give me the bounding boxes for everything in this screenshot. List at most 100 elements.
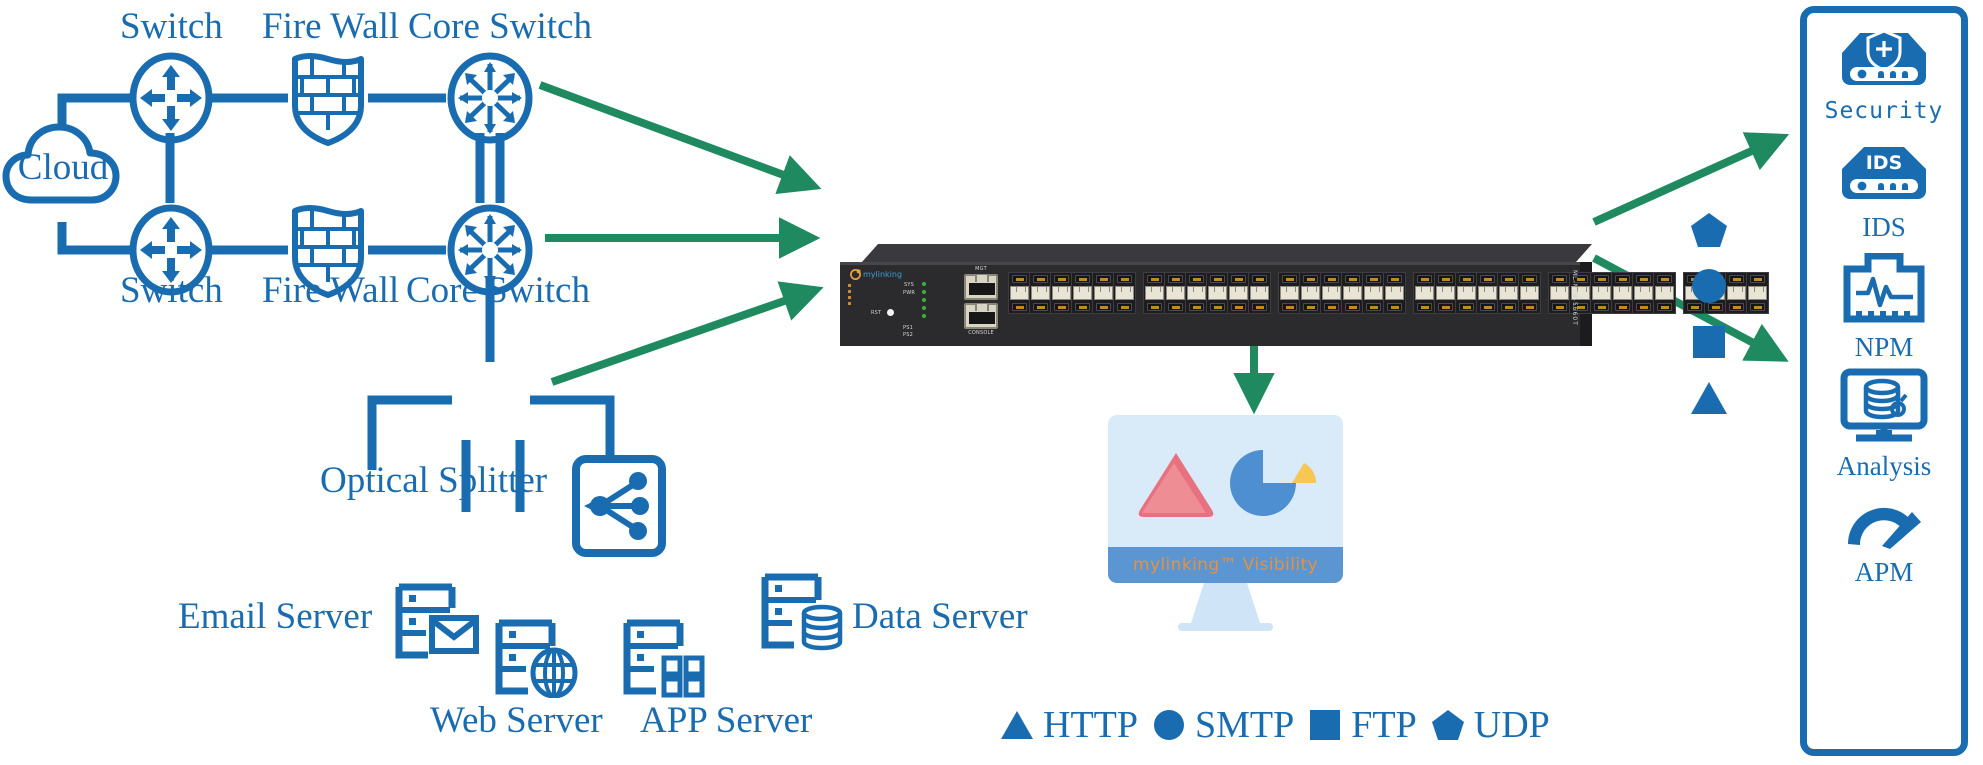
reset-button[interactable] xyxy=(887,309,894,316)
port-cell[interactable] xyxy=(1612,273,1633,313)
firewall-top-label: Fire Wall xyxy=(262,6,400,47)
app-server-label: APP Server xyxy=(640,700,813,741)
port-cell[interactable] xyxy=(1591,273,1612,313)
legend-item-ftp: FTP xyxy=(1308,704,1417,746)
visibility-monitor[interactable]: mylinking™ Visibility xyxy=(1108,415,1343,636)
app-server-node[interactable] xyxy=(622,618,708,703)
legend-label-http: HTTP xyxy=(1043,704,1138,746)
envelope-icon xyxy=(429,615,479,654)
globe-icon xyxy=(530,647,578,699)
port-cell[interactable] xyxy=(1186,273,1207,313)
port-cell[interactable] xyxy=(1384,273,1405,313)
port-group[interactable] xyxy=(1278,272,1406,314)
port-cell[interactable] xyxy=(1747,273,1768,313)
tool-item-apm[interactable]: APM xyxy=(1807,488,1961,588)
pwr-led-label: PWR xyxy=(903,290,916,296)
diagram-canvas: Cloud Switch Switch Fire Wall Fire Wall … xyxy=(0,0,1983,765)
tool-item-analysis[interactable]: Analysis xyxy=(1807,368,1961,482)
port-cell[interactable] xyxy=(1144,273,1165,313)
port-cell[interactable] xyxy=(1654,273,1675,313)
rst-button-label: RST xyxy=(871,310,882,316)
port-cell[interactable] xyxy=(1456,273,1477,313)
ps2-label: PS2 xyxy=(903,332,913,338)
circle-icon xyxy=(1154,710,1184,740)
email-server-node[interactable] xyxy=(394,582,480,665)
web-server-node[interactable] xyxy=(494,618,580,703)
port-cell[interactable] xyxy=(1477,273,1498,313)
port-cell[interactable] xyxy=(1009,273,1030,313)
network-packet-broker-appliance[interactable]: mylinking SYS PWR RST PS1 PS2 MGT CONSOL… xyxy=(840,236,1769,346)
port-cell[interactable] xyxy=(1114,273,1135,313)
pentagon-udp-marker-icon xyxy=(1691,213,1727,247)
switch-top-node[interactable] xyxy=(128,52,214,149)
monitor-caption-bar: mylinking™ Visibility xyxy=(1108,547,1343,583)
tool-item-ids[interactable]: IDS IDS xyxy=(1807,145,1961,243)
port-cell[interactable] xyxy=(1279,273,1300,313)
circle-smtp-marker-icon xyxy=(1692,269,1726,303)
brand-logo: mylinking xyxy=(850,269,902,280)
port-cell[interactable] xyxy=(1435,273,1456,313)
appliance-shield-icon xyxy=(1842,29,1926,85)
core-switch-icon xyxy=(447,52,533,144)
server-web-icon xyxy=(495,619,578,699)
status-leds xyxy=(922,282,926,318)
port-cell[interactable] xyxy=(1363,273,1384,313)
core-switch-top-node[interactable] xyxy=(446,52,534,149)
tool-item-security[interactable]: Security xyxy=(1807,27,1961,124)
pie-blue-shape xyxy=(1230,450,1296,516)
gauge-icon xyxy=(1847,507,1921,549)
port-cell[interactable] xyxy=(1165,273,1186,313)
console-port[interactable] xyxy=(964,303,998,329)
port-group[interactable] xyxy=(1143,272,1271,314)
port-cell[interactable] xyxy=(1342,273,1363,313)
mylinking-mark-icon xyxy=(850,269,861,280)
legend-item-http: HTTP xyxy=(1000,706,1138,744)
port-cell[interactable] xyxy=(1321,273,1342,313)
core-switch-top-label: Core Switch xyxy=(408,6,592,47)
appliance-ids-icon: IDS xyxy=(1842,147,1926,199)
firewall-top-node[interactable] xyxy=(288,50,368,151)
brand-text: mylinking xyxy=(863,270,903,279)
switch-top-label: Switch xyxy=(120,6,223,47)
port-cell[interactable] xyxy=(1072,273,1093,313)
cloud-node[interactable]: Cloud xyxy=(2,118,124,215)
mgt-console-block[interactable]: MGT CONSOLE xyxy=(960,267,1002,336)
tool-item-npm[interactable]: NPM xyxy=(1807,252,1961,363)
optical-splitter-node[interactable] xyxy=(572,455,666,562)
monitor-screen xyxy=(1108,415,1343,547)
port-cell[interactable] xyxy=(1093,273,1114,313)
port-cell[interactable] xyxy=(1300,273,1321,313)
appliance-model-text: ML-NPB-5660T xyxy=(1571,270,1578,326)
port-group[interactable] xyxy=(1413,272,1541,314)
port-bank-area[interactable] xyxy=(1008,272,1769,314)
web-server-label: Web Server xyxy=(430,700,603,741)
out-arrow-upper xyxy=(1592,132,1790,226)
legend-label-smtp: SMTP xyxy=(1195,704,1295,746)
port-group[interactable] xyxy=(1008,272,1136,314)
server-data-icon xyxy=(761,573,843,651)
data-server-node[interactable] xyxy=(760,572,846,657)
port-cell[interactable] xyxy=(1228,273,1249,313)
legend-label-ftp: FTP xyxy=(1351,704,1417,746)
protocol-shape-column xyxy=(1690,212,1728,416)
port-cell[interactable] xyxy=(1498,273,1519,313)
mgt-port[interactable] xyxy=(964,274,998,300)
port-cell[interactable] xyxy=(1726,273,1747,313)
tool-label-analysis: Analysis xyxy=(1836,451,1932,481)
feed-arrow-splitter xyxy=(550,281,824,386)
port-group[interactable] xyxy=(1548,272,1676,314)
port-cell[interactable] xyxy=(1030,273,1051,313)
port-cell[interactable] xyxy=(1549,273,1570,313)
splitter-icon xyxy=(572,455,666,557)
port-cell[interactable] xyxy=(1633,273,1654,313)
port-cell[interactable] xyxy=(1414,273,1435,313)
port-cell[interactable] xyxy=(1051,273,1072,313)
optical-splitter-label: Optical Splitter xyxy=(320,460,548,501)
svg-text:IDS: IDS xyxy=(1866,152,1903,174)
tool-label-npm: NPM xyxy=(1854,332,1914,362)
port-cell[interactable] xyxy=(1519,273,1540,313)
port-cell[interactable] xyxy=(1207,273,1228,313)
ps1-label: PS1 xyxy=(903,325,913,331)
legend-label-udp: UDP xyxy=(1473,704,1550,746)
port-cell[interactable] xyxy=(1249,273,1270,313)
